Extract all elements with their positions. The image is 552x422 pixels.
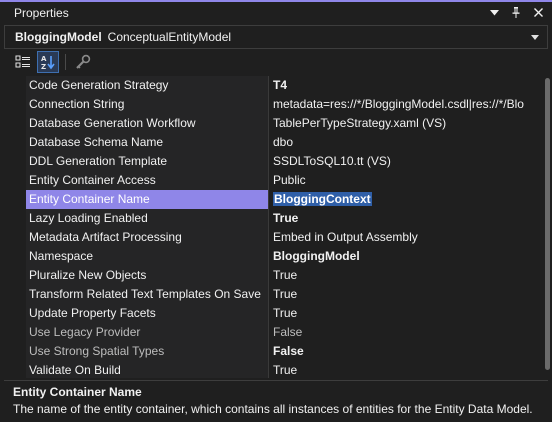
chevron-down-icon[interactable] bbox=[488, 7, 500, 19]
property-row[interactable]: Metadata Artifact Processing Embed in Out… bbox=[4, 227, 548, 247]
property-value[interactable]: True bbox=[269, 265, 548, 285]
row-gutter bbox=[4, 208, 26, 228]
property-name[interactable]: Code Generation Strategy bbox=[26, 76, 269, 95]
window-title: Properties bbox=[14, 5, 69, 20]
property-pages-icon[interactable] bbox=[72, 51, 94, 73]
properties-toolbar: A Z bbox=[4, 50, 548, 74]
row-gutter bbox=[4, 284, 26, 304]
row-gutter bbox=[4, 303, 26, 323]
row-gutter bbox=[4, 170, 26, 190]
row-gutter bbox=[4, 151, 26, 171]
property-value[interactable]: BloggingModel bbox=[269, 246, 548, 266]
property-value[interactable]: True bbox=[269, 303, 548, 323]
property-value[interactable]: dbo bbox=[269, 132, 548, 152]
property-value[interactable]: Public bbox=[269, 170, 548, 190]
property-name[interactable]: Use Legacy Provider bbox=[26, 322, 269, 342]
row-gutter bbox=[4, 341, 26, 361]
property-name[interactable]: Use Strong Spatial Types bbox=[26, 341, 269, 361]
row-gutter bbox=[4, 132, 26, 152]
vertical-scrollbar[interactable] bbox=[544, 76, 552, 378]
categorized-icon[interactable] bbox=[12, 51, 34, 73]
svg-text:A: A bbox=[41, 55, 47, 63]
property-value[interactable]: SSDLToSQL10.tt (VS) bbox=[269, 151, 548, 171]
property-row[interactable]: Database Generation Workflow TablePerType… bbox=[4, 113, 548, 133]
properties-title-bar: Properties bbox=[0, 0, 552, 23]
property-name[interactable]: Entity Container Access bbox=[26, 170, 269, 190]
dropdown-arrow-icon[interactable] bbox=[531, 34, 539, 40]
property-row[interactable]: Update Property Facets True bbox=[4, 303, 548, 323]
object-selector-dropdown[interactable]: BloggingModel ConceptualEntityModel bbox=[4, 25, 548, 49]
property-name[interactable]: Transform Related Text Templates On Save bbox=[26, 284, 269, 304]
svg-text:Z: Z bbox=[41, 63, 46, 70]
object-type: ConceptualEntityModel bbox=[107, 30, 232, 44]
property-row[interactable]: Database Schema Name dbo bbox=[4, 132, 548, 152]
row-gutter bbox=[4, 76, 26, 95]
property-value[interactable]: False bbox=[269, 341, 548, 361]
property-value[interactable]: True bbox=[269, 208, 548, 228]
description-pane: Entity Container Name The name of the en… bbox=[4, 380, 548, 420]
property-name[interactable]: Namespace bbox=[26, 246, 269, 266]
scrollbar-thumb[interactable] bbox=[545, 78, 550, 370]
property-name[interactable]: Database Schema Name bbox=[26, 132, 269, 152]
property-row[interactable]: Namespace BloggingModel bbox=[4, 246, 548, 266]
property-value[interactable]: metadata=res://*/BloggingModel.csdl|res:… bbox=[269, 94, 548, 114]
property-name[interactable]: Update Property Facets bbox=[26, 303, 269, 323]
row-gutter bbox=[4, 113, 26, 133]
window-controls bbox=[488, 7, 552, 19]
row-gutter bbox=[4, 189, 26, 209]
close-icon[interactable] bbox=[532, 7, 544, 19]
object-name: BloggingModel bbox=[15, 30, 102, 44]
property-row[interactable]: Entity Container Access Public bbox=[4, 170, 548, 190]
property-name[interactable]: Pluralize New Objects bbox=[26, 265, 269, 285]
property-row[interactable]: DDL Generation Template SSDLToSQL10.tt (V… bbox=[4, 151, 548, 171]
row-gutter bbox=[4, 227, 26, 247]
property-row[interactable]: Validate On Build True bbox=[4, 360, 548, 378]
row-gutter bbox=[4, 322, 26, 342]
property-name[interactable]: DDL Generation Template bbox=[26, 151, 269, 171]
property-name[interactable]: Database Generation Workflow bbox=[26, 113, 269, 133]
property-value[interactable]: False bbox=[269, 322, 548, 342]
property-name[interactable]: Metadata Artifact Processing bbox=[26, 227, 269, 247]
property-row[interactable]: Use Legacy Provider False bbox=[4, 322, 548, 342]
description-text: The name of the entity container, which … bbox=[13, 402, 533, 416]
property-row[interactable]: Connection String metadata=res://*/Bloggi… bbox=[4, 94, 548, 114]
row-gutter bbox=[4, 94, 26, 114]
property-name[interactable]: Lazy Loading Enabled bbox=[26, 208, 269, 228]
pin-icon[interactable] bbox=[510, 7, 522, 19]
property-value[interactable]: BloggingContext bbox=[269, 189, 548, 209]
property-value[interactable]: True bbox=[269, 284, 548, 304]
row-gutter bbox=[4, 265, 26, 285]
property-value[interactable]: TablePerTypeStrategy.xaml (VS) bbox=[269, 113, 548, 133]
property-row[interactable]: Transform Related Text Templates On Save… bbox=[4, 284, 548, 304]
property-name[interactable]: Connection String bbox=[26, 94, 269, 114]
alphabetical-icon[interactable]: A Z bbox=[37, 51, 59, 73]
property-row[interactable]: Use Strong Spatial Types False bbox=[4, 341, 548, 361]
property-name[interactable]: Entity Container Name bbox=[26, 189, 269, 209]
property-value[interactable]: T4 bbox=[269, 76, 548, 95]
toolbar-separator bbox=[65, 54, 66, 70]
property-value[interactable]: Embed in Output Assembly bbox=[269, 227, 548, 247]
property-row[interactable]: Entity Container Name BloggingContext bbox=[4, 189, 548, 209]
description-title: Entity Container Name bbox=[13, 385, 142, 399]
row-gutter bbox=[4, 246, 26, 266]
property-row[interactable]: Code Generation Strategy T4 bbox=[4, 76, 548, 95]
property-row[interactable]: Lazy Loading Enabled True bbox=[4, 208, 548, 228]
row-gutter bbox=[4, 360, 26, 378]
selected-value-text[interactable]: BloggingContext bbox=[273, 191, 372, 206]
property-grid: Code Generation Strategy T4 Connection Str… bbox=[4, 76, 548, 378]
property-row[interactable]: Pluralize New Objects True bbox=[4, 265, 548, 285]
property-name[interactable]: Validate On Build bbox=[26, 360, 269, 378]
property-value[interactable]: True bbox=[269, 360, 548, 378]
